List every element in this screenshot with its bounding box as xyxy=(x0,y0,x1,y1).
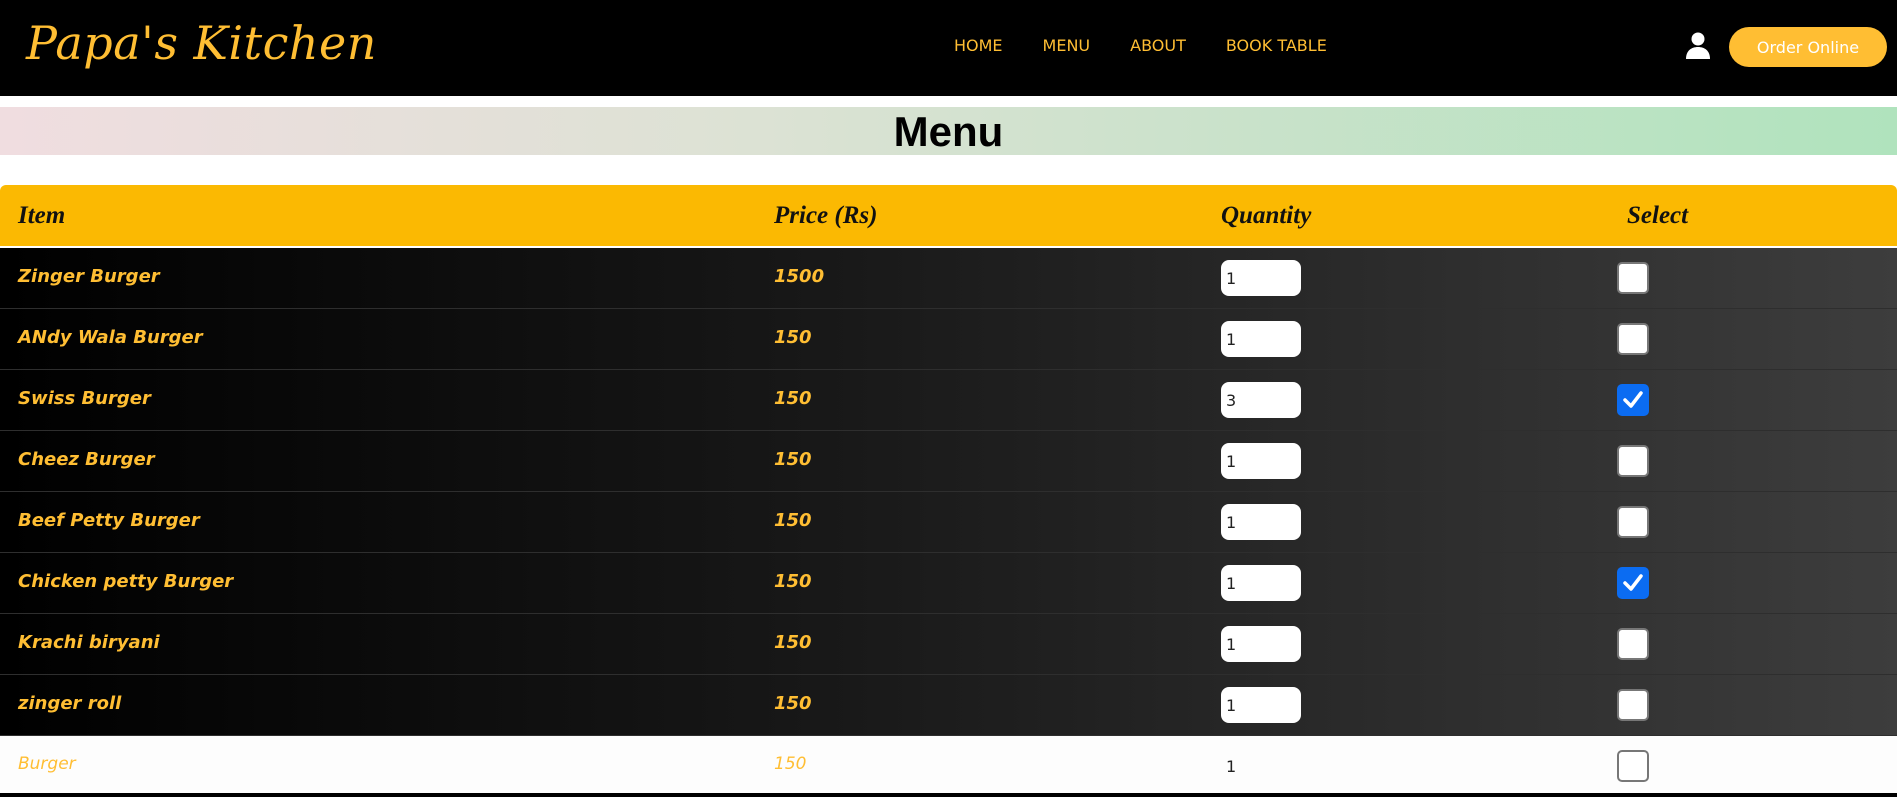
table-row: Burger 150 xyxy=(0,736,1897,797)
select-checkbox[interactable] xyxy=(1617,323,1649,355)
check-icon xyxy=(1622,572,1644,599)
quantity-input[interactable] xyxy=(1221,321,1301,357)
item-price: 150 xyxy=(774,327,812,348)
navbar: Papa's Kitchen HOME MENU ABOUT BOOK TABL… xyxy=(0,0,1897,96)
select-checkbox[interactable] xyxy=(1617,750,1649,782)
item-name: Zinger Burger xyxy=(18,266,160,287)
nav-home-link[interactable]: HOME xyxy=(954,36,1003,55)
check-icon xyxy=(1622,389,1644,416)
table-row: zinger roll 150 xyxy=(0,675,1897,736)
table-row: Cheez Burger 150 xyxy=(0,431,1897,492)
item-price: 1500 xyxy=(774,266,825,287)
table-row: Chicken petty Burger 150 xyxy=(0,553,1897,614)
select-checkbox[interactable] xyxy=(1617,628,1649,660)
select-checkbox[interactable] xyxy=(1617,567,1649,599)
item-price: 150 xyxy=(774,571,812,592)
select-checkbox[interactable] xyxy=(1617,689,1649,721)
table-header: Item Price (Rs) Quantity Select xyxy=(0,185,1897,248)
select-checkbox[interactable] xyxy=(1617,262,1649,294)
quantity-input[interactable] xyxy=(1221,565,1301,601)
table-row: ANdy Wala Burger 150 xyxy=(0,309,1897,370)
select-checkbox[interactable] xyxy=(1617,384,1649,416)
item-name: Beef Petty Burger xyxy=(18,510,200,531)
item-price: 150 xyxy=(774,693,812,714)
user-icon[interactable] xyxy=(1686,32,1710,60)
select-checkbox[interactable] xyxy=(1617,506,1649,538)
table-row: Zinger Burger 1500 xyxy=(0,248,1897,309)
table-row: Krachi biryani 150 xyxy=(0,614,1897,675)
quantity-input[interactable] xyxy=(1221,260,1301,296)
item-price: 150 xyxy=(774,510,812,531)
table-row: Swiss Burger 150 xyxy=(0,370,1897,431)
menu-table: Item Price (Rs) Quantity Select Zinger B… xyxy=(0,185,1897,797)
column-header-quantity: Quantity xyxy=(1221,202,1312,229)
item-price: 150 xyxy=(774,754,807,774)
item-price: 150 xyxy=(774,632,812,653)
quantity-input[interactable] xyxy=(1221,504,1301,540)
item-name: Swiss Burger xyxy=(18,388,151,409)
nav-menu-link[interactable]: MENU xyxy=(1043,36,1091,55)
item-name: Burger xyxy=(18,754,76,774)
nav-about-link[interactable]: ABOUT xyxy=(1130,36,1186,55)
brand-logo[interactable]: Papa's Kitchen xyxy=(26,16,377,70)
item-name: Chicken petty Burger xyxy=(18,571,234,592)
item-name: Krachi biryani xyxy=(18,632,160,653)
item-name: ANdy Wala Burger xyxy=(18,327,203,348)
item-name: Cheez Burger xyxy=(18,449,155,470)
table-body: Zinger Burger1500ANdy Wala Burger150Swis… xyxy=(0,248,1897,797)
quantity-input[interactable] xyxy=(1221,748,1301,784)
table-row: Beef Petty Burger 150 xyxy=(0,492,1897,553)
column-header-price: Price (Rs) xyxy=(774,202,878,229)
quantity-input[interactable] xyxy=(1221,626,1301,662)
item-name: zinger roll xyxy=(18,693,122,714)
column-header-item: Item xyxy=(18,202,66,229)
page-title: Menu xyxy=(893,108,1004,155)
quantity-input[interactable] xyxy=(1221,382,1301,418)
item-price: 150 xyxy=(774,449,812,470)
quantity-input[interactable] xyxy=(1221,443,1301,479)
select-checkbox[interactable] xyxy=(1617,445,1649,477)
nav-book-table-link[interactable]: BOOK TABLE xyxy=(1226,36,1327,55)
column-header-select: Select xyxy=(1627,202,1689,229)
item-price: 150 xyxy=(774,388,812,409)
quantity-input[interactable] xyxy=(1221,687,1301,723)
order-online-button[interactable]: Order Online xyxy=(1729,27,1887,67)
nav-links: HOME MENU ABOUT BOOK TABLE xyxy=(954,36,1367,55)
